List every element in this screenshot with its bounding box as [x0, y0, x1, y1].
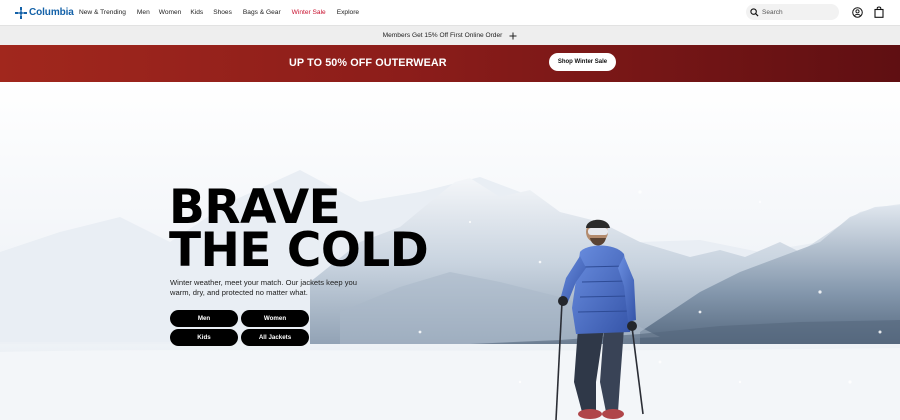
- brand-logo[interactable]: Columbia: [15, 5, 74, 20]
- hero-section: BRAVE THE COLD Winter weather, meet your…: [0, 82, 900, 420]
- nav-item-shoes[interactable]: Shoes: [213, 9, 232, 16]
- account-icon[interactable]: [852, 7, 863, 18]
- site-header: Columbia New & Trending Men Women Kids S…: [0, 0, 900, 25]
- hero-title: BRAVE THE COLD: [169, 184, 429, 278]
- nav-item-women[interactable]: Women: [159, 9, 182, 16]
- hero-button-kids[interactable]: Kids: [170, 329, 238, 346]
- brand-name: Columbia: [29, 7, 74, 18]
- nav-item-kids[interactable]: Kids: [190, 9, 203, 16]
- member-promo-text: Members Get 15% Off First Online Order: [382, 32, 503, 39]
- winter-sale-banner: UP TO 50% OFF OUTERWEAR Shop Winter Sale: [0, 45, 900, 82]
- member-promo-strip[interactable]: Members Get 15% Off First Online Order: [0, 25, 900, 45]
- shopping-bag-icon[interactable]: [874, 6, 884, 18]
- hero-button-all-jackets[interactable]: All Jackets: [241, 329, 309, 346]
- hero-button-men[interactable]: Men: [170, 310, 238, 327]
- nav-item-explore[interactable]: Explore: [337, 9, 359, 16]
- nav-item-bags-gear[interactable]: Bags & Gear: [243, 9, 281, 16]
- hero-subtitle: Winter weather, meet your match. Our jac…: [170, 278, 357, 297]
- nav-item-winter-sale[interactable]: Winter Sale: [292, 9, 326, 16]
- nav-item-new-trending[interactable]: New & Trending: [79, 9, 126, 16]
- hero-image-snowy-mountains-hiker: [0, 82, 900, 420]
- search-box[interactable]: [746, 4, 839, 20]
- main-nav: New & Trending Men Women Kids Shoes Bags…: [79, 0, 359, 25]
- columbia-logo-icon: [15, 6, 27, 19]
- search-input[interactable]: [762, 8, 832, 16]
- nav-item-men[interactable]: Men: [137, 9, 150, 16]
- plus-icon[interactable]: [509, 32, 517, 40]
- sale-heading: UP TO 50% OFF OUTERWEAR: [289, 57, 447, 69]
- search-icon: [750, 7, 759, 17]
- hero-title-line-2: THE COLD: [169, 223, 429, 278]
- shop-winter-sale-button[interactable]: Shop Winter Sale: [549, 53, 616, 71]
- hero-button-women[interactable]: Women: [241, 310, 309, 327]
